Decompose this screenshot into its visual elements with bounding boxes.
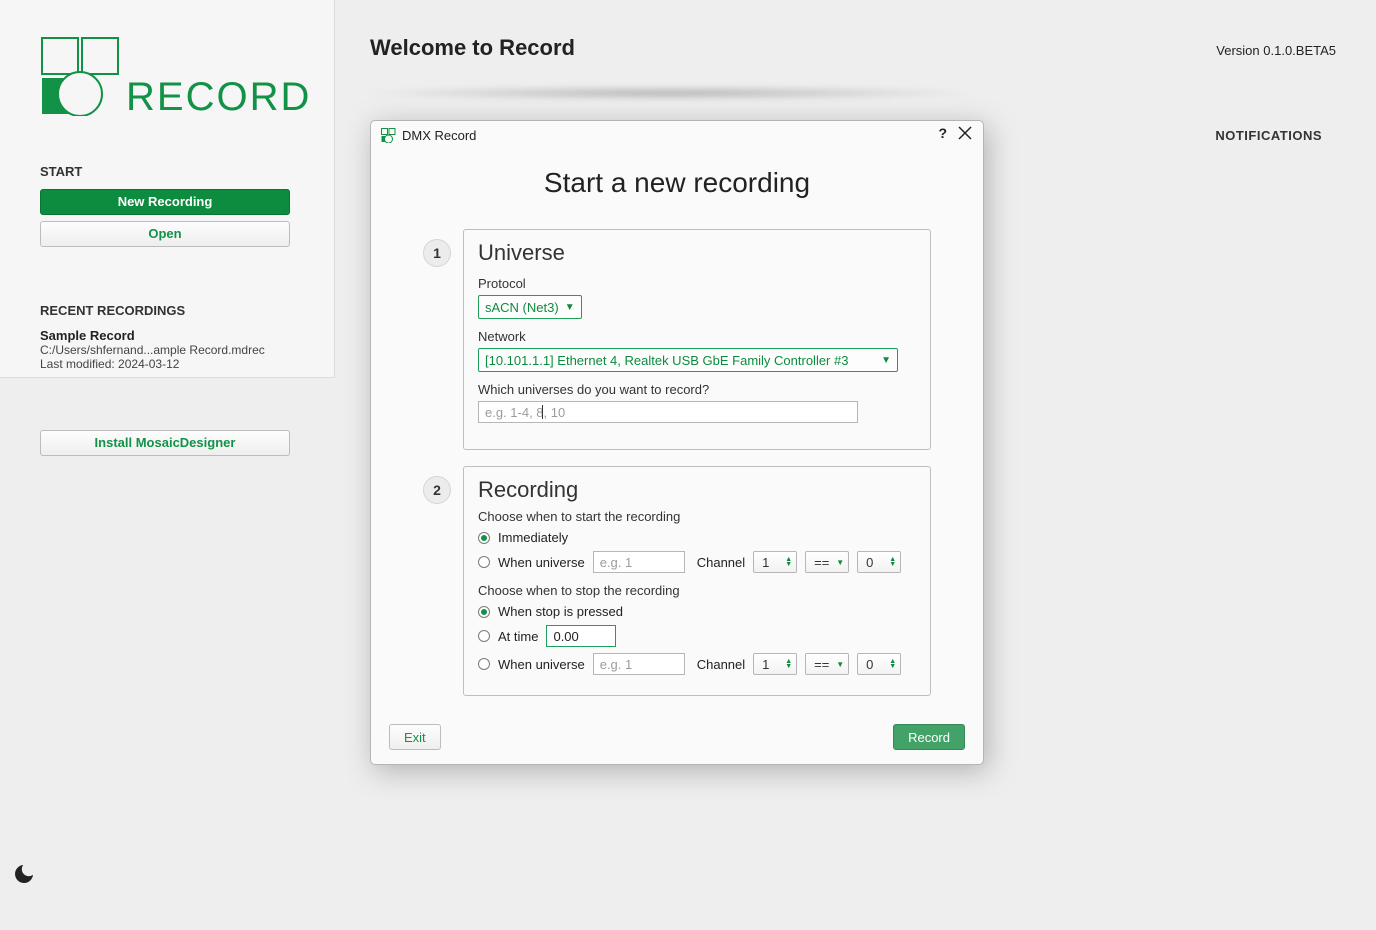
dialog-app-icon (381, 128, 396, 143)
start-when-universe-option[interactable]: When universe Channel 1▲▼ ==▼ 0▲▼ (478, 551, 916, 573)
open-button[interactable]: Open (40, 221, 290, 247)
dialog-heading: Start a new recording (371, 167, 983, 199)
start-universe-input[interactable] (593, 551, 685, 573)
exit-button[interactable]: Exit (389, 724, 441, 750)
dialog-titlebar: DMX Record ? (371, 121, 983, 149)
sidebar: RECORD START New Recording Open RECENT R… (0, 0, 335, 378)
new-recording-button[interactable]: New Recording (40, 189, 290, 215)
when-universe-label: When universe (498, 555, 585, 570)
stop-channel-label: Channel (697, 657, 745, 672)
protocol-select[interactable]: sACN (Net3) ▼ (478, 295, 582, 319)
at-time-label: At time (498, 629, 538, 644)
immediately-label: Immediately (498, 530, 568, 545)
dmx-record-dialog: DMX Record ? Start a new recording 1 Uni… (370, 120, 984, 765)
start-value-spinner[interactable]: 0▲▼ (857, 551, 901, 573)
universe-panel: Universe Protocol sACN (Net3) ▼ Network … (463, 229, 931, 450)
stop-label: Choose when to stop the recording (478, 583, 916, 598)
logo-text: RECORD (126, 75, 311, 120)
start-channel-spinner[interactable]: 1▲▼ (753, 551, 797, 573)
stop-time-input[interactable] (546, 625, 616, 647)
universe-title: Universe (478, 240, 916, 266)
radio-icon (478, 630, 490, 642)
recording-title: Recording (478, 477, 916, 503)
chevron-down-icon: ▼ (565, 302, 575, 313)
stop-value-spinner[interactable]: 0▲▼ (857, 653, 901, 675)
recent-path: C:/Users/shfernand...ample Record.mdrec (40, 343, 294, 357)
universes-label: Which universes do you want to record? (478, 382, 916, 397)
start-immediately-option[interactable]: Immediately (478, 530, 916, 545)
step-1-badge: 1 (423, 239, 451, 267)
start-operator-select[interactable]: ==▼ (805, 551, 849, 573)
install-mosaic-button[interactable]: Install MosaicDesigner (40, 430, 290, 456)
stop-operator-select[interactable]: ==▼ (805, 653, 849, 675)
stop-when-universe-option[interactable]: When universe Channel 1▲▼ ==▼ 0▲▼ (478, 653, 916, 675)
radio-icon (478, 658, 490, 670)
stop-channel-spinner[interactable]: 1▲▼ (753, 653, 797, 675)
start-label: Choose when to start the recording (478, 509, 916, 524)
recent-section-label: RECENT RECORDINGS (40, 303, 294, 318)
record-button[interactable]: Record (893, 724, 965, 750)
step-2-badge: 2 (423, 476, 451, 504)
network-label: Network (478, 329, 916, 344)
stop-universe-input[interactable] (593, 653, 685, 675)
radio-selected-icon (478, 606, 490, 618)
network-value: [10.101.1.1] Ethernet 4, Realtek USB GbE… (485, 353, 848, 368)
logo-icon (40, 36, 120, 116)
universes-input[interactable] (478, 401, 858, 423)
radio-icon (478, 556, 490, 568)
chevron-down-icon: ▼ (881, 355, 891, 366)
close-icon[interactable] (957, 125, 973, 141)
app-logo: RECORD (40, 36, 294, 116)
stop-universe-label: When universe (498, 657, 585, 672)
page-title: Welcome to Record (370, 35, 575, 61)
dialog-title: DMX Record (402, 128, 476, 143)
radio-selected-icon (478, 532, 490, 544)
recent-modified: Last modified: 2024-03-12 (40, 357, 294, 371)
stop-when-pressed-option[interactable]: When stop is pressed (478, 604, 916, 619)
dark-mode-icon[interactable] (12, 862, 36, 886)
recording-panel: Recording Choose when to start the recor… (463, 466, 931, 696)
stop-pressed-label: When stop is pressed (498, 604, 623, 619)
version-label: Version 0.1.0.BETA5 (1216, 43, 1336, 58)
stop-at-time-option[interactable]: At time (478, 625, 916, 647)
protocol-label: Protocol (478, 276, 916, 291)
recent-name: Sample Record (40, 328, 294, 343)
channel-label: Channel (697, 555, 745, 570)
network-select[interactable]: [10.101.1.1] Ethernet 4, Realtek USB GbE… (478, 348, 898, 372)
help-button[interactable]: ? (938, 125, 947, 141)
recent-recording-item[interactable]: Sample Record C:/Users/shfernand...ample… (40, 328, 294, 371)
protocol-value: sACN (Net3) (485, 300, 559, 315)
start-section-label: START (40, 164, 294, 179)
notifications-label: NOTIFICATIONS (1215, 128, 1322, 143)
shadow-decoration (355, 86, 983, 100)
